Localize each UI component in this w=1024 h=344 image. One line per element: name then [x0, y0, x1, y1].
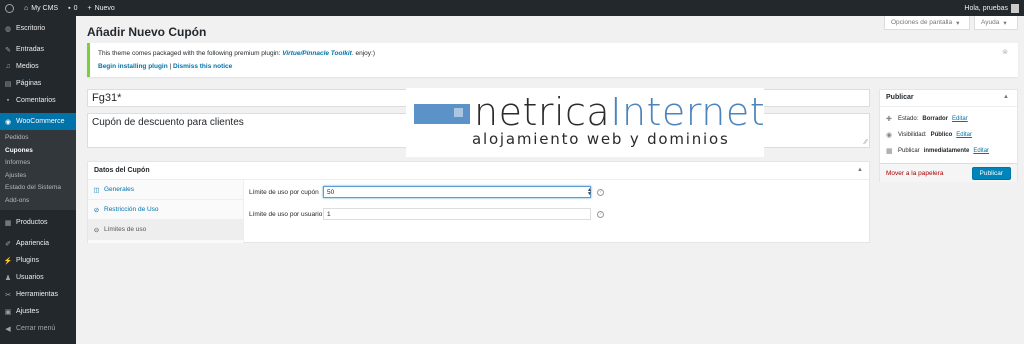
- tab-restriccion[interactable]: ⊘ Restricción de Uso: [88, 200, 243, 220]
- comments-link[interactable]: ▪ 0: [63, 0, 82, 16]
- collapse-arrow-icon[interactable]: ▲: [857, 167, 863, 173]
- admin-bar: ⌂ My CMS ▪ 0 + Nuevo Hola, pruebas: [0, 0, 1024, 16]
- dropdown-arrow-icon: ▾: [1003, 19, 1007, 27]
- comment-icon: ▪: [6, 97, 10, 104]
- woocommerce-submenu: Pedidos Cupones Informes Ajustes Estado …: [0, 130, 76, 210]
- plugin-notice: This theme comes packaged with the follo…: [87, 43, 1018, 77]
- publish-box-title: Publicar: [886, 94, 914, 101]
- usage-limit-row: Límite de uso por cupón ▲▼ ?: [249, 186, 604, 198]
- limit-icon: ⊖: [93, 226, 100, 234]
- plus-icon: +: [87, 4, 92, 12]
- sidebar-item-woocommerce[interactable]: ◉ WooCommerce: [0, 113, 76, 130]
- submenu-item-estado[interactable]: Estado del Sistema: [0, 182, 76, 195]
- screen-options-button[interactable]: Opciones de pantalla ▾: [884, 16, 970, 30]
- settings-icon: ▣: [4, 308, 12, 316]
- number-spinner-icon[interactable]: ▲ ▼: [587, 188, 592, 197]
- collapse-menu-button[interactable]: ◀ Cerrar menú: [0, 320, 76, 337]
- sidebar-item-ajustes[interactable]: ▣ Ajustes: [0, 303, 76, 320]
- site-name-link[interactable]: ⌂ My CMS: [19, 0, 63, 16]
- move-to-trash-link[interactable]: Mover a la papelera: [886, 170, 943, 177]
- netrica-logo-watermark: netricaInternet alojamiento web y domini…: [406, 88, 766, 157]
- edit-status-link[interactable]: Editar: [952, 116, 968, 122]
- users-icon: ♟: [4, 274, 12, 282]
- logo-word-netrica: netrica: [474, 90, 611, 134]
- sidebar-item-apariencia[interactable]: ✐ Apariencia: [0, 235, 76, 252]
- edit-schedule-link[interactable]: Editar: [973, 148, 989, 154]
- submenu-item-pedidos[interactable]: Pedidos: [0, 132, 76, 145]
- block-icon: ⊘: [93, 206, 100, 214]
- logo-square-icon: [454, 108, 463, 117]
- coupon-data-tabs: ◫ Generales ⊘ Restricción de Uso ⊖ Límites …: [88, 180, 244, 243]
- sidebar-item-entradas[interactable]: ✎ Entradas: [0, 41, 76, 58]
- sidebar-item-comentarios[interactable]: ▪ Comentarios: [0, 92, 76, 109]
- tools-icon: ✂: [5, 291, 11, 299]
- coupon-data-title: Datos del Cupón: [94, 167, 150, 174]
- publish-box: Publicar ▲ ✚ Estado: Borrador Editar ◉ Visibi…: [879, 89, 1018, 182]
- eye-icon: ◉: [886, 132, 893, 139]
- ticket-icon: ◫: [93, 186, 100, 194]
- usage-limit-per-user-input[interactable]: [323, 208, 591, 220]
- install-plugin-link[interactable]: Begin installing plugin: [98, 63, 168, 70]
- page-icon: ▤: [4, 80, 12, 88]
- products-icon: ▦: [4, 219, 12, 227]
- dismiss-notice-link[interactable]: Dismiss this notice: [173, 63, 232, 70]
- collapse-arrow-icon[interactable]: ▲: [1003, 94, 1009, 100]
- tab-generales[interactable]: ◫ Generales: [88, 180, 243, 200]
- pin-icon: ✎: [5, 46, 11, 54]
- submenu-item-addons[interactable]: Add-ons: [0, 195, 76, 208]
- calendar-icon: ▦: [886, 148, 893, 155]
- help-icon[interactable]: ?: [597, 210, 604, 218]
- tab-limites[interactable]: ⊖ Límites de uso: [88, 220, 243, 240]
- dashboard-icon: ◍: [4, 25, 12, 33]
- user-account-link[interactable]: Hola, pruebas: [959, 0, 1024, 16]
- sidebar-item-plugins[interactable]: ⚡ Plugins: [0, 252, 76, 269]
- logo-tagline: alojamiento web y dominios: [472, 130, 730, 148]
- new-content-link[interactable]: + Nuevo: [82, 0, 119, 16]
- usage-limit-user-row: Límite de uso por usuario ?: [249, 208, 604, 220]
- woo-icon: ◉: [4, 118, 12, 126]
- help-button[interactable]: Ayuda ▾: [974, 16, 1018, 30]
- edit-visibility-link[interactable]: Editar: [956, 132, 972, 138]
- help-icon[interactable]: ?: [597, 188, 604, 196]
- logo-word-internet: Internet: [610, 90, 766, 134]
- schedule-row: ▦ Publicar inmediatamente Editar: [886, 148, 990, 155]
- close-icon[interactable]: ⊗: [1002, 48, 1008, 56]
- coupon-data-box: Datos del Cupón ▲ ◫ Generales ⊘ Restricción…: [87, 161, 870, 243]
- submenu-item-informes[interactable]: Informes: [0, 157, 76, 170]
- plugins-icon: ⚡: [3, 257, 13, 265]
- status-row: ✚ Estado: Borrador Editar: [886, 116, 968, 123]
- dropdown-arrow-icon: ▾: [956, 19, 960, 27]
- visibility-row: ◉ Visibilidad: Público Editar: [886, 132, 972, 139]
- usage-limit-per-coupon-input[interactable]: [323, 186, 591, 198]
- sidebar-item-paginas[interactable]: ▤ Páginas: [0, 75, 76, 92]
- sidebar-item-escritorio[interactable]: ◍ Escritorio: [0, 20, 76, 37]
- sidebar-item-medios[interactable]: ♫ Medios: [0, 58, 76, 75]
- sidebar-item-productos[interactable]: ▦ Productos: [0, 214, 76, 231]
- avatar: [1011, 3, 1019, 13]
- sidebar-item-usuarios[interactable]: ♟ Usuarios: [0, 269, 76, 286]
- plugin-name-link[interactable]: Virtue/Pinnacle Toolkit: [282, 50, 352, 57]
- media-icon: ♫: [5, 63, 11, 70]
- admin-sidebar: ◍ Escritorio ✎ Entradas ♫ Medios ▤ Páginas ▪…: [0, 16, 76, 344]
- home-icon: ⌂: [24, 4, 29, 12]
- publish-button[interactable]: Publicar: [971, 166, 1011, 180]
- collapse-icon: ◀: [5, 325, 11, 333]
- resize-handle-icon[interactable]: ⁄⁄: [865, 139, 867, 146]
- pin-icon: ✚: [886, 116, 892, 123]
- publish-actions: Mover a la papelera Publicar: [880, 163, 1017, 182]
- submenu-item-cupones[interactable]: Cupones: [0, 145, 76, 158]
- comment-icon: ▪: [68, 4, 71, 12]
- page-title: Añadir Nuevo Cupón: [87, 25, 207, 39]
- submenu-item-ajustes[interactable]: Ajustes: [0, 170, 76, 183]
- wordpress-logo-icon[interactable]: [0, 0, 19, 16]
- sidebar-item-herramientas[interactable]: ✂ Herramientas: [0, 286, 76, 303]
- appearance-icon: ✐: [5, 240, 11, 248]
